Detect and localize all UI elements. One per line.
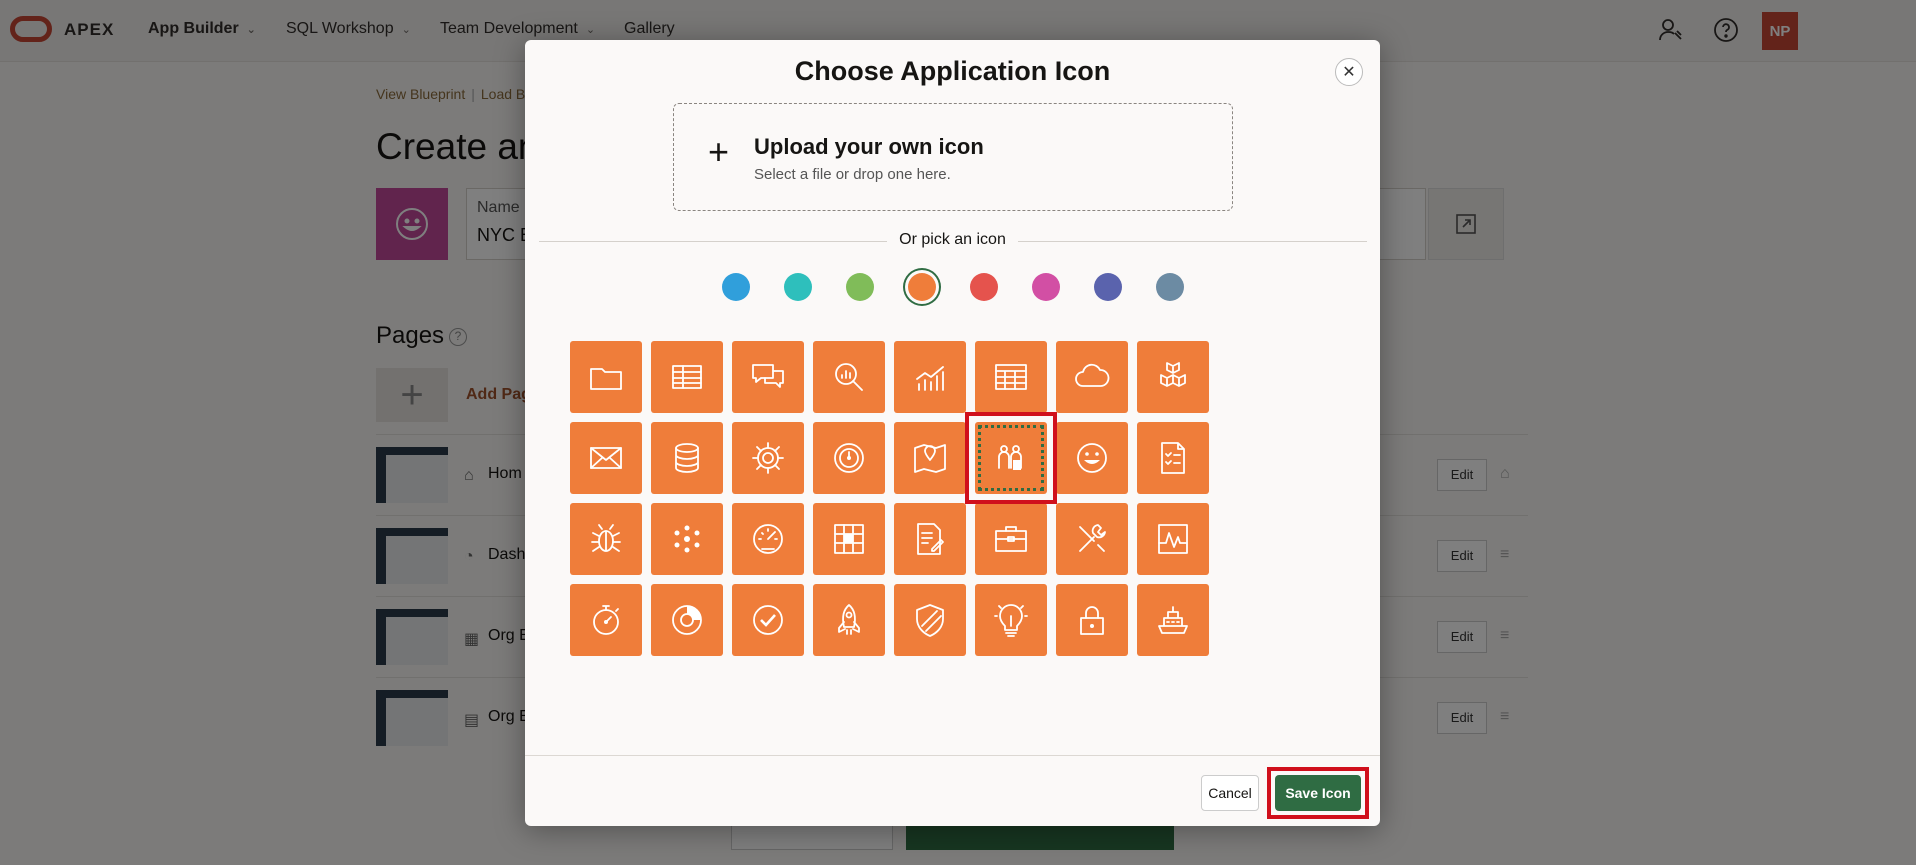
color-swatch[interactable] <box>1156 273 1184 301</box>
ship-icon <box>1158 606 1188 634</box>
icon-option-smiley[interactable] <box>1056 422 1128 494</box>
lightbulb-icon <box>994 604 1028 637</box>
icon-option-gear[interactable] <box>732 422 804 494</box>
icon-option-map-pin[interactable] <box>894 422 966 494</box>
color-swatch[interactable] <box>908 273 936 301</box>
icon-option-speedometer[interactable] <box>732 503 804 575</box>
icon-option-envelope[interactable] <box>570 422 642 494</box>
check-circle-icon <box>753 605 783 635</box>
icon-option-calendar-grid[interactable] <box>975 341 1047 413</box>
pulse-line-icon <box>1158 524 1188 554</box>
tools-icon <box>1079 524 1106 552</box>
icon-option-search-chart[interactable] <box>813 341 885 413</box>
icon-option-grid-blocks[interactable] <box>813 503 885 575</box>
icon-option-padlock[interactable] <box>1056 584 1128 656</box>
icon-option-dots-flower[interactable] <box>651 503 723 575</box>
calendar-grid-icon <box>995 364 1027 390</box>
icon-option-database[interactable] <box>651 422 723 494</box>
upload-title: Upload your own icon <box>754 134 984 159</box>
color-swatch[interactable] <box>1032 273 1060 301</box>
icon-option-donut[interactable] <box>651 584 723 656</box>
icon-option-chat[interactable] <box>732 341 804 413</box>
icon-option-checklist[interactable] <box>1137 422 1209 494</box>
briefcase-icon <box>995 526 1027 552</box>
color-swatch[interactable] <box>970 273 998 301</box>
document-pen-icon <box>917 523 944 555</box>
shield-icon <box>916 604 944 637</box>
footer-divider <box>525 755 1380 756</box>
stopwatch-icon <box>593 605 619 635</box>
icon-option-rocket[interactable] <box>813 584 885 656</box>
search-chart-icon <box>835 363 863 391</box>
smiley-icon <box>1077 443 1107 473</box>
icon-option-folder[interactable] <box>570 341 642 413</box>
color-swatch[interactable] <box>722 273 750 301</box>
checklist-icon <box>1161 442 1185 474</box>
gear-icon <box>752 442 784 474</box>
icon-option-stopwatch[interactable] <box>570 584 642 656</box>
dialog-title: Choose Application Icon <box>794 56 1111 86</box>
selected-icon-highlight <box>965 412 1057 504</box>
upload-icon-dropzone[interactable]: + Upload your own icon Select a file or … <box>673 103 1233 211</box>
grid-blocks-icon <box>834 524 864 554</box>
color-swatch[interactable] <box>1094 273 1122 301</box>
speedometer-icon <box>753 524 783 554</box>
cloud-icon <box>1075 363 1110 387</box>
rocket-icon <box>838 604 860 635</box>
bar-chart-icon <box>916 366 944 391</box>
icon-option-table[interactable] <box>651 341 723 413</box>
bug-icon <box>591 524 621 552</box>
map-pin-icon <box>914 444 946 473</box>
choose-icon-dialog: Choose Application Icon ✕ + Upload your … <box>525 40 1380 826</box>
icon-option-cloud[interactable] <box>1056 341 1128 413</box>
color-swatch[interactable] <box>784 273 812 301</box>
donut-icon <box>672 605 702 635</box>
close-icon: ✕ <box>1342 64 1356 81</box>
icon-option-briefcase[interactable] <box>975 503 1047 575</box>
icon-option-bug[interactable] <box>570 503 642 575</box>
boxes-icon <box>1160 362 1186 387</box>
envelope-icon <box>590 447 622 469</box>
color-swatch[interactable] <box>846 273 874 301</box>
icon-option-shield[interactable] <box>894 584 966 656</box>
save-icon-button[interactable]: Save Icon <box>1275 775 1361 811</box>
icon-option-boxes[interactable] <box>1137 341 1209 413</box>
target-icon <box>834 443 864 473</box>
icon-option-ship[interactable] <box>1137 584 1209 656</box>
icon-option-target[interactable] <box>813 422 885 494</box>
cancel-button[interactable]: Cancel <box>1201 775 1259 811</box>
close-button[interactable]: ✕ <box>1335 58 1363 86</box>
chat-icon <box>752 364 784 388</box>
upload-subtitle: Select a file or drop one here. <box>754 166 951 183</box>
padlock-icon <box>1080 606 1104 635</box>
table-icon <box>672 365 702 389</box>
icon-option-document-pen[interactable] <box>894 503 966 575</box>
dots-flower-icon <box>674 525 700 553</box>
pick-icon-label: Or pick an icon <box>887 231 1018 248</box>
icon-option-bar-chart[interactable] <box>894 341 966 413</box>
folder-icon <box>590 368 622 390</box>
database-icon <box>675 443 699 473</box>
icon-option-lightbulb[interactable] <box>975 584 1047 656</box>
icon-option-check-circle[interactable] <box>732 584 804 656</box>
plus-icon: + <box>708 131 730 172</box>
icon-option-tools[interactable] <box>1056 503 1128 575</box>
icon-option-pulse-line[interactable] <box>1137 503 1209 575</box>
